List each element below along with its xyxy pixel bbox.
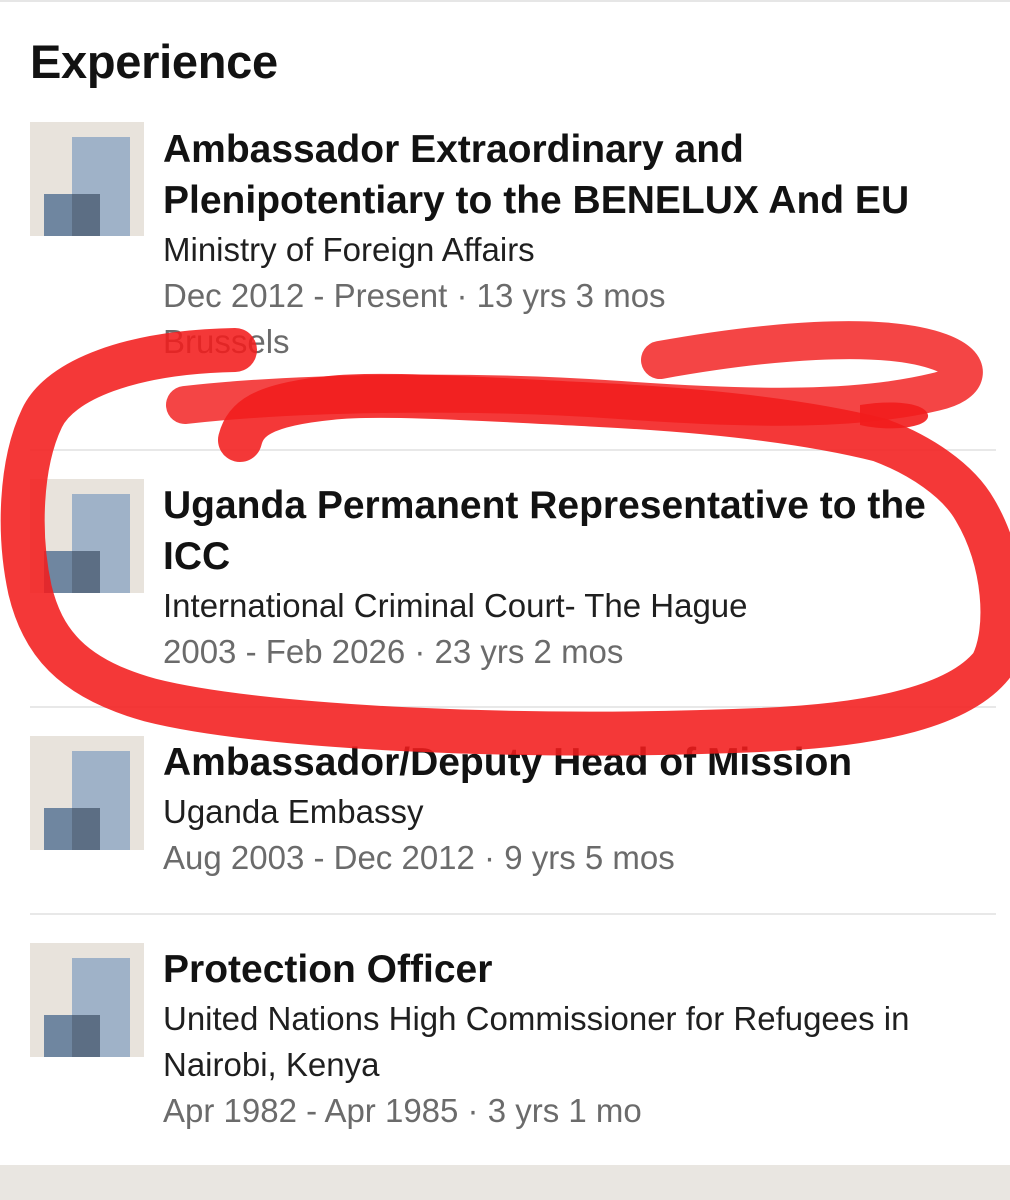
entry-divider: [30, 913, 996, 915]
top-divider: [0, 0, 1010, 2]
company-logo-icon[interactable]: [30, 479, 144, 593]
company-name[interactable]: United Nations High Commissioner for Ref…: [163, 996, 983, 1088]
date-range: Dec 2012 - Present · 13 yrs 3 mos: [163, 277, 666, 314]
job-title[interactable]: Protection Officer: [163, 944, 983, 995]
job-title[interactable]: Ambassador Extraordinary and Plenipotent…: [163, 124, 983, 226]
date-range: Apr 1982 - Apr 1985 · 3 yrs 1 mo: [163, 1092, 642, 1129]
job-title[interactable]: Ambassador/Deputy Head of Mission: [163, 737, 983, 788]
company-name[interactable]: Ministry of Foreign Affairs: [163, 227, 983, 273]
company-name[interactable]: International Criminal Court- The Hague: [163, 583, 983, 629]
entry-divider: [30, 706, 996, 708]
section-title: Experience: [30, 35, 278, 88]
company-logo-icon[interactable]: [30, 736, 144, 850]
date-range: 2003 - Feb 2026 · 23 yrs 2 mos: [163, 633, 624, 670]
experience-section: Experience Ambassador Extraordinary and …: [0, 0, 1010, 1165]
company-logo-icon[interactable]: [30, 943, 144, 1057]
entry-divider: [30, 449, 996, 451]
company-logo-icon[interactable]: [30, 122, 144, 236]
job-title[interactable]: Uganda Permanent Representative to the I…: [163, 480, 983, 582]
company-name[interactable]: Uganda Embassy: [163, 789, 983, 835]
location: Brussels: [163, 323, 290, 360]
date-range: Aug 2003 - Dec 2012 · 9 yrs 5 mos: [163, 839, 675, 876]
